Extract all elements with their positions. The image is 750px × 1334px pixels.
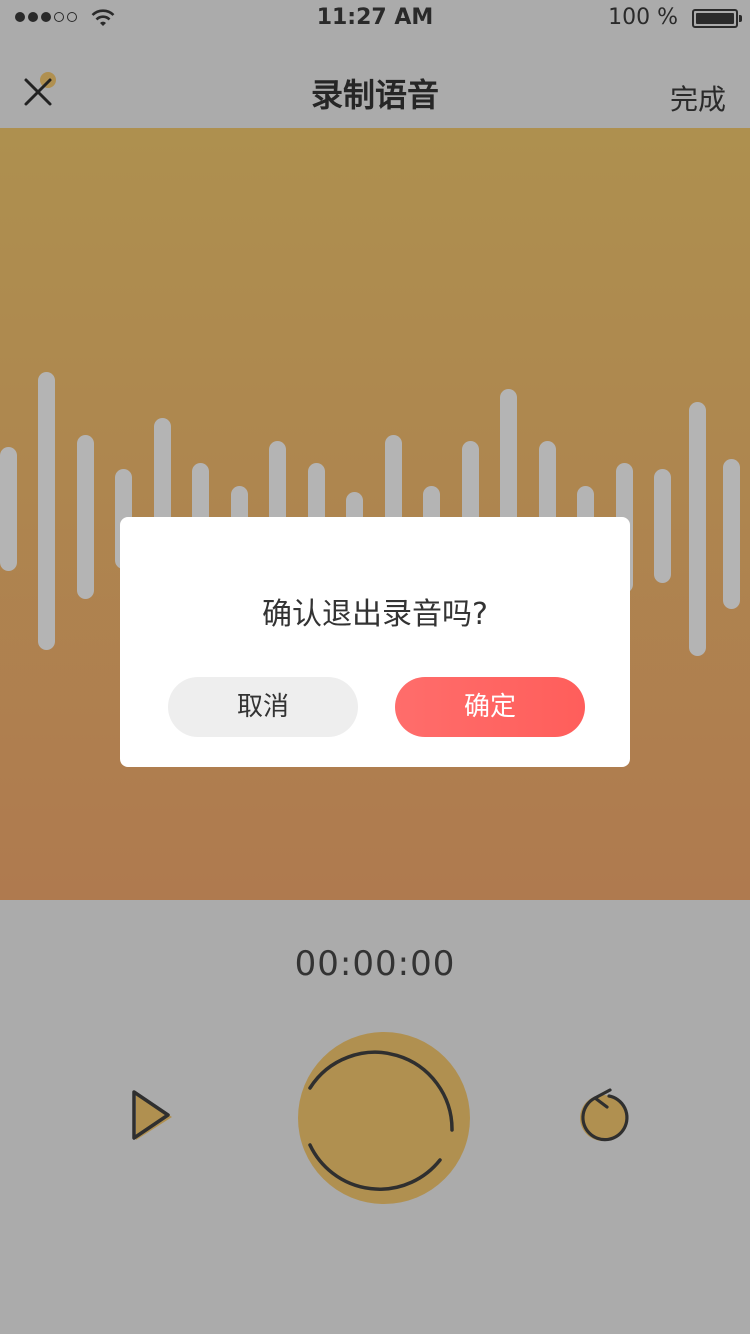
confirm-button[interactable]: 确定 <box>395 677 585 737</box>
record-button[interactable] <box>280 1020 480 1220</box>
waveform-bar <box>689 402 706 656</box>
waveform-bar <box>38 372 55 650</box>
play-icon[interactable] <box>120 1080 186 1150</box>
waveform-bar <box>77 435 94 599</box>
page-title: 录制语音 <box>310 76 439 114</box>
redo-icon[interactable] <box>565 1080 635 1150</box>
done-button[interactable]: 完成 <box>670 78 726 118</box>
waveform-bar <box>0 447 17 571</box>
recording-timer: 00:00:00 <box>294 944 456 984</box>
dialog-message: 确认退出录音吗? <box>262 597 488 632</box>
status-bar: 11:27 AM 100 % <box>0 0 750 40</box>
battery-percentage: 100 % <box>608 5 678 30</box>
cancel-button[interactable]: 取消 <box>168 677 358 737</box>
waveform-bar <box>654 469 671 583</box>
confirm-exit-dialog: 确认退出录音吗? 取消 确定 <box>120 517 630 767</box>
battery-icon <box>692 9 742 28</box>
waveform-bar <box>723 459 740 609</box>
waveform-panel <box>0 128 750 900</box>
navigation-bar: 录制语音 完成 <box>0 40 750 128</box>
